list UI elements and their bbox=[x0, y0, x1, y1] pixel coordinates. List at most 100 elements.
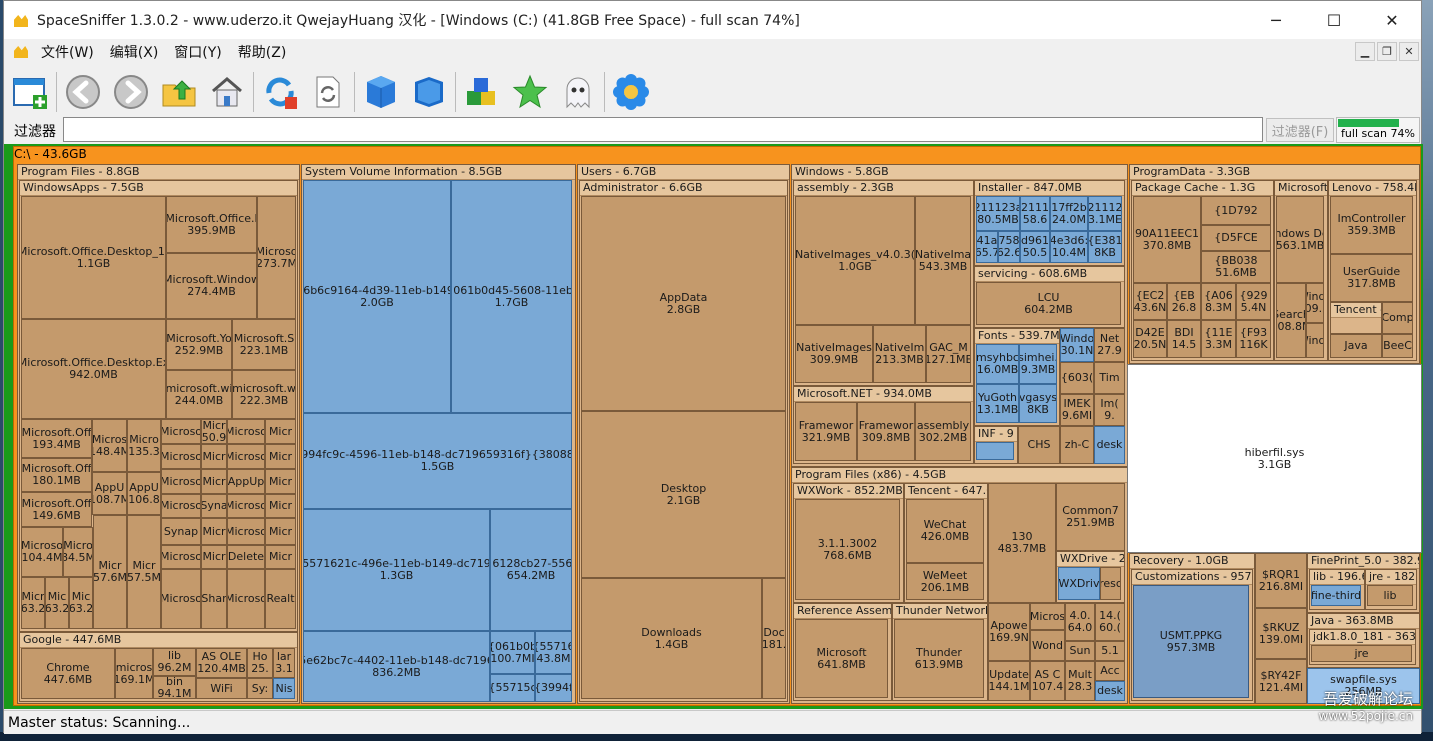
users-block[interactable]: Users - 6.7GB Administrator - 6.6GB AppD… bbox=[577, 164, 790, 704]
file-block[interactable]: jre bbox=[1311, 645, 1412, 662]
file-block[interactable]: msyhbc 16.0MB bbox=[976, 344, 1019, 384]
windowsapps-block[interactable]: WindowsApps - 7.5GB Microsoft.Office.Des… bbox=[19, 180, 298, 632]
program-files-block[interactable]: Program Files - 8.8GB WindowsApps - 7.5G… bbox=[17, 164, 300, 704]
file-block[interactable]: NativeIm 213.3MB bbox=[873, 325, 926, 383]
file-block[interactable]: Chrome 447.6MB bbox=[21, 648, 115, 699]
programdata-block[interactable]: ProgramData - 3.3GB Package Cache - 1.3G… bbox=[1129, 164, 1420, 364]
file-block[interactable]: fine-third bbox=[1311, 585, 1361, 606]
document-crown-icon[interactable] bbox=[13, 44, 29, 60]
file-block[interactable]: Micr bbox=[265, 444, 296, 469]
file-block[interactable]: {5e62bc7c-4402-11eb-b148-dc71965836.2MB bbox=[303, 631, 490, 702]
file-block[interactable]: WeMeet 206.1MB bbox=[906, 563, 984, 600]
file-block[interactable]: Microso 273.7M bbox=[257, 196, 296, 319]
file-block[interactable]: Microso bbox=[161, 469, 201, 494]
file-block[interactable]: microsoft.w 222.3MB bbox=[232, 370, 296, 419]
file-block[interactable]: 90A11EEC1 370.8MB bbox=[1133, 196, 1201, 283]
file-block[interactable]: LCU 604.2MB bbox=[976, 282, 1121, 325]
inf-block[interactable]: INF - 9 bbox=[974, 426, 1018, 464]
wxwork-block[interactable]: WXWork - 852.2MB 3.1.1.3002 768.6MB bbox=[793, 483, 904, 603]
file-block[interactable]: Micro 135.3 bbox=[127, 419, 161, 472]
file-block[interactable]: CHS bbox=[1018, 426, 1060, 464]
file-block[interactable]: GAC_M 127.1ME bbox=[926, 325, 971, 383]
file-block[interactable]: {6b6c9164-4d39-11eb-b149- 2.0GB bbox=[303, 180, 451, 413]
file-block[interactable]: Microsoft.Off 149.6MB bbox=[21, 492, 92, 527]
menu-help[interactable]: 帮助(Z) bbox=[238, 42, 287, 62]
refresh-button[interactable] bbox=[258, 70, 302, 114]
file-block[interactable]: Common7 251.9MB bbox=[1056, 483, 1125, 551]
file-block[interactable]: Nis bbox=[273, 678, 295, 699]
file-block[interactable]: Microsoft.Office.Desktop.Ex 942.0MB bbox=[21, 319, 166, 419]
file-block[interactable]: AS C 107.4 bbox=[1030, 661, 1065, 701]
file-block[interactable]: 2111 58.6 bbox=[1020, 196, 1050, 231]
tencent-data-block[interactable]: Tencent - bbox=[1330, 302, 1382, 334]
tags-button[interactable] bbox=[460, 70, 504, 114]
minimize-button[interactable]: ─ bbox=[1247, 1, 1305, 39]
file-block[interactable]: Shar bbox=[201, 569, 227, 629]
file-block[interactable]: Sun bbox=[1065, 641, 1095, 661]
file-block[interactable]: Micr bbox=[201, 444, 227, 469]
file-block[interactable]: {EB 26.8 bbox=[1167, 283, 1201, 320]
file-block[interactable]: Doc 181. bbox=[762, 578, 786, 699]
file-block[interactable]: Downloads 1.4GB bbox=[581, 578, 762, 699]
home-button[interactable] bbox=[205, 70, 249, 114]
java-block[interactable]: Java - 363.8MB jdk1.8.0_181 - 363. jre bbox=[1307, 613, 1420, 668]
file-block[interactable]: {D5FCE bbox=[1201, 225, 1271, 251]
file-block[interactable]: Micr bbox=[265, 469, 296, 494]
servicing-block[interactable]: servicing - 608.6MB LCU 604.2MB bbox=[974, 266, 1125, 328]
file-block[interactable]: 41a 65.7 bbox=[976, 231, 998, 263]
file-block[interactable]: Microsoft.Off 193.4MB bbox=[21, 419, 92, 458]
file-block[interactable]: {11E 3.3M bbox=[1201, 320, 1236, 358]
file-block[interactable]: Micro84.5M bbox=[63, 527, 93, 577]
file-block[interactable]: UserGuide 317.8MB bbox=[1330, 254, 1413, 302]
google-block[interactable]: Google - 447.6MB Chrome 447.6MB micros 169… bbox=[19, 632, 298, 702]
favorites-button[interactable] bbox=[508, 70, 552, 114]
file-block[interactable]: desk bbox=[1095, 681, 1125, 701]
microsoft-block[interactable]: Microsoft - 961 Windows Defe563.1MB Sear… bbox=[1274, 180, 1328, 361]
file-block[interactable]: Delete bbox=[227, 545, 265, 569]
file-block[interactable]: Sy: bbox=[247, 678, 273, 699]
file-block[interactable]: WXDriv bbox=[1058, 567, 1100, 600]
file-block[interactable]: lar 3.1 bbox=[273, 648, 295, 678]
file-block[interactable]: Micros bbox=[1030, 603, 1065, 630]
file-block[interactable]: Syna bbox=[201, 494, 227, 518]
lib-block[interactable]: lib - 196.6 fine-third bbox=[1309, 569, 1365, 610]
file-block[interactable]: Search 208.8M bbox=[1276, 283, 1306, 358]
file-block[interactable]: {55716 43.8M bbox=[535, 631, 572, 674]
file-block[interactable]: Microsoft.Office.l 395.9MB bbox=[166, 196, 257, 253]
mdi-minimize-button[interactable]: ▁ bbox=[1355, 42, 1375, 61]
file-block[interactable]: $RY42F 121.4MI bbox=[1255, 659, 1307, 704]
file-block[interactable]: 17ff2b 24.0M bbox=[1050, 196, 1088, 231]
file-block[interactable]: Mic 63.2 bbox=[45, 577, 69, 629]
file-block[interactable]: AppU 106.8 bbox=[127, 472, 161, 515]
file-block[interactable]: Net 27.9 bbox=[1094, 328, 1125, 362]
file-block[interactable]: resc bbox=[1100, 567, 1121, 600]
file-block[interactable]: 758 62.6 bbox=[998, 231, 1020, 263]
file-block[interactable]: Micros148.4M bbox=[92, 419, 127, 472]
file-block[interactable]: AppData 2.8GB bbox=[581, 196, 786, 411]
file-block[interactable]: IMEK 9.6MI bbox=[1060, 394, 1094, 426]
file-block[interactable]: {55715c bbox=[490, 674, 535, 702]
file-block[interactable]: Microso 104.4M bbox=[21, 527, 63, 577]
more-detail-button[interactable] bbox=[359, 70, 403, 114]
file-block[interactable]: {6128cb27-556(654.2MB bbox=[490, 509, 572, 631]
file-block[interactable]: Microso bbox=[161, 545, 201, 569]
file-block[interactable] bbox=[976, 442, 1014, 460]
file-block[interactable]: USMT.PPKG 957.3MB bbox=[1133, 585, 1249, 698]
file-block[interactable]: Micr 50.9 bbox=[201, 419, 227, 444]
jdk-block[interactable]: jdk1.8.0_181 - 363. jre bbox=[1309, 629, 1416, 665]
file-block[interactable]: 21112 3.1ME bbox=[1088, 196, 1122, 231]
file-block[interactable]: Tim bbox=[1094, 362, 1125, 394]
file-block[interactable]: WeChat 426.0MB bbox=[906, 499, 984, 563]
file-block[interactable]: lib 96.2M bbox=[153, 648, 196, 676]
file-block[interactable]: Ho 25. bbox=[247, 648, 273, 678]
reference-assemblies-block[interactable]: Reference Assemb Microsoft 641.8MB bbox=[793, 603, 892, 701]
file-block[interactable]: Im( 9. bbox=[1094, 394, 1125, 426]
file-block[interactable]: NativeImages 309.9MB bbox=[795, 325, 873, 383]
less-detail-button[interactable] bbox=[407, 70, 451, 114]
hiberfil-block[interactable]: hiberfil.sys 3.1GB bbox=[1127, 364, 1422, 553]
rescan-button[interactable] bbox=[306, 70, 350, 114]
file-block[interactable]: Micr bbox=[265, 494, 296, 518]
treemap-area[interactable]: C:\ - 43.6GB Program Files - 8.8GB Windo… bbox=[4, 144, 1423, 709]
file-block[interactable]: Update 144.1M bbox=[988, 661, 1030, 701]
fonts-block[interactable]: Fonts - 539.7MB msyhbc 16.0MB simhei. 9.… bbox=[974, 328, 1060, 426]
